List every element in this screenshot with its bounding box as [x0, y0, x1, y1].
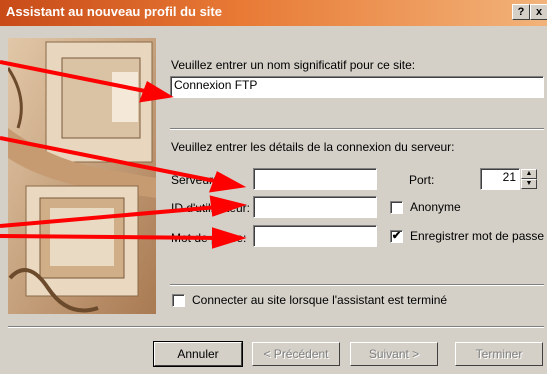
anonymous-checkbox[interactable]: [390, 201, 403, 214]
wizard-side-image: [6, 38, 156, 314]
site-name-input[interactable]: Connexion FTP: [170, 76, 544, 98]
separator-middle: [170, 284, 544, 286]
connect-on-finish-checkbox[interactable]: [172, 294, 185, 307]
save-password-checkbox[interactable]: ✔: [390, 230, 403, 243]
password-label: Mot de passe:: [171, 231, 247, 245]
help-button[interactable]: ?: [512, 4, 530, 20]
separator-top: [170, 128, 544, 130]
port-input[interactable]: 21: [480, 168, 520, 190]
user-id-input[interactable]: [253, 196, 377, 218]
port-label: Port:: [409, 173, 435, 187]
anonymous-label: Anonyme: [410, 200, 461, 214]
connection-details-prompt: Veuillez entrer les détails de la connex…: [171, 140, 455, 154]
next-button[interactable]: Suivant >: [350, 342, 438, 366]
server-input[interactable]: [253, 168, 377, 190]
computers-illustration-icon: [6, 38, 156, 314]
server-label: Serveur:: [171, 173, 217, 187]
separator-bottom: [8, 326, 544, 328]
cancel-button[interactable]: Annuler: [153, 341, 243, 367]
window-title: Assistant au nouveau profil du site: [6, 4, 222, 19]
finish-button[interactable]: Terminer: [455, 342, 543, 366]
user-id-label: ID d'utilisateur:: [171, 201, 250, 215]
spin-down-icon[interactable]: ▼: [521, 179, 537, 189]
site-profile-wizard-dialog: Assistant au nouveau profil du site ? x: [0, 0, 547, 374]
port-spinner[interactable]: ▲ ▼: [521, 169, 537, 189]
password-input[interactable]: [253, 225, 377, 247]
title-bar: Assistant au nouveau profil du site ? x: [0, 0, 547, 26]
connect-on-finish-label: Connecter au site lorsque l'assistant es…: [192, 293, 448, 307]
site-name-prompt: Veuillez entrer un nom significatif pour…: [171, 58, 416, 72]
close-button[interactable]: x: [530, 4, 547, 20]
previous-button[interactable]: < Précédent: [252, 342, 340, 366]
save-password-label: Enregistrer mot de passe: [410, 229, 545, 243]
spin-up-icon[interactable]: ▲: [521, 169, 537, 179]
